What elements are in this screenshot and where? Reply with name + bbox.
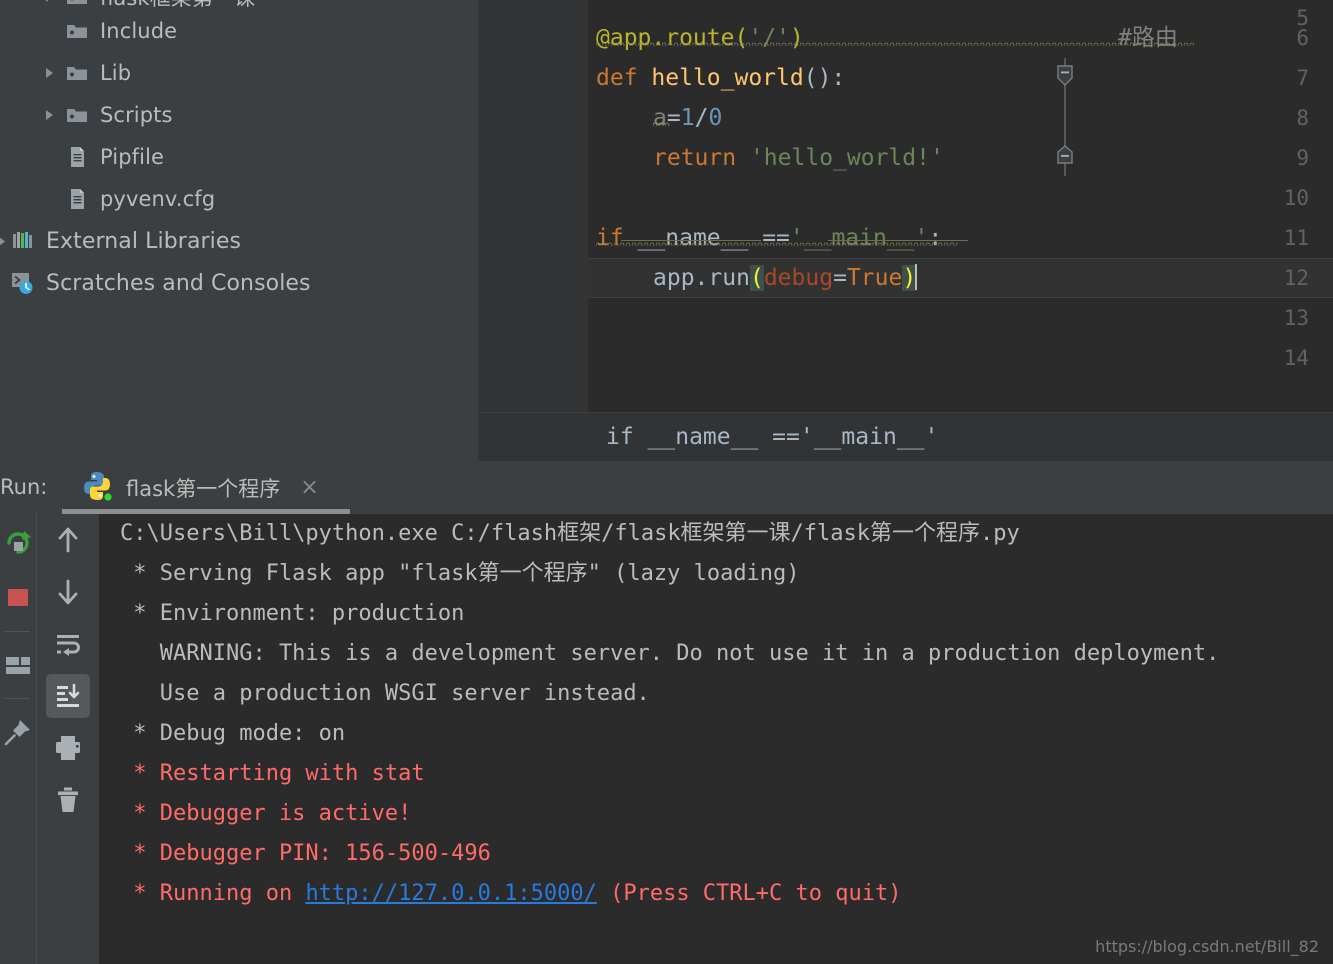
console-running-suffix: (Press CTRL+C to quit) (596, 881, 902, 906)
console-line: * Debugger PIN: 156-500-496 (120, 841, 491, 866)
project-tree-panel[interactable]: flask框架第一课 Include (0, 0, 478, 461)
tree-item-scripts[interactable]: Scripts (0, 94, 478, 136)
tree-item-flask-course[interactable]: flask框架第一课 (0, 0, 478, 10)
tree-item-label: Include (100, 19, 178, 43)
tree-item-pipfile[interactable]: Pipfile (0, 136, 478, 178)
run-tab-flask[interactable]: flask第一个程序 × (62, 461, 335, 514)
layout-button[interactable] (0, 637, 35, 693)
stop-button[interactable] (0, 570, 35, 626)
breadcrumb[interactable]: if __name__ =='__main__' (478, 424, 938, 450)
code-line-8: a=1/0 (653, 105, 723, 131)
inspection-squiggle (596, 42, 1194, 46)
code-line-6: @app.route('/') (596, 25, 804, 51)
run-toolbar-console[interactable] (36, 514, 98, 964)
text-caret (915, 264, 918, 290)
toolbar-divider (5, 631, 30, 632)
run-tool-window-body: C:\Users\Bill\python.exe C:/flash框架/flas… (0, 514, 1333, 964)
console-line: C:\Users\Bill\python.exe C:/flash框架/flas… (120, 521, 1020, 546)
editor-gutter[interactable] (478, 0, 588, 412)
console-line: * Debugger is active! (120, 801, 412, 826)
soft-wrap-button[interactable] (37, 618, 98, 670)
console-url-link[interactable]: http://127.0.0.1:5000/ (305, 881, 596, 906)
tree-item-external-libraries[interactable]: External Libraries (0, 220, 478, 262)
tree-item-scratches-and-consoles[interactable]: Scratches and Consoles (0, 262, 478, 304)
code-line-11: if __name__ =='__main__': (596, 225, 943, 251)
chevron-right-icon[interactable] (36, 94, 62, 136)
console-line: * Environment: production (120, 601, 465, 626)
rerun-button[interactable] (0, 514, 35, 570)
tree-item-lib[interactable]: Lib (0, 52, 478, 94)
toolbar-divider (5, 698, 30, 699)
tree-item-include[interactable]: Include (0, 10, 478, 52)
no-chevron-spacer (36, 178, 62, 220)
file-icon (62, 136, 92, 178)
down-button[interactable] (37, 566, 98, 618)
tree-item-label: Pipfile (100, 145, 165, 169)
close-icon[interactable]: × (300, 476, 318, 499)
code-line-12: app.run(debug=True) (653, 264, 918, 291)
run-tab-label: flask第一个程序 (126, 476, 281, 501)
console-line: * Serving Flask app "flask第一个程序" (lazy l… (120, 561, 800, 586)
code-text-layer[interactable]: @app.route('/') #路由 def hello_world(): a… (588, 0, 1333, 412)
pycharm-window: flask框架第一课 Include (0, 0, 1333, 964)
pin-button[interactable] (0, 704, 35, 760)
up-button[interactable] (37, 514, 98, 566)
console-line: Use a production WSGI server instead. (120, 681, 650, 706)
folder-icon (62, 94, 92, 136)
file-icon (62, 178, 92, 220)
trash-icon[interactable] (37, 774, 98, 826)
folder-icon (62, 10, 92, 52)
inspection-squiggle (653, 122, 671, 126)
tree-item-label: External Libraries (46, 228, 242, 254)
code-comment-route: #路由 (1118, 25, 1178, 51)
scratches-icon (8, 262, 38, 304)
tree-item-label: Lib (100, 61, 132, 85)
breadcrumb-bar[interactable]: if __name__ =='__main__' (478, 412, 1333, 461)
print-button[interactable] (37, 722, 98, 774)
run-console-output[interactable]: C:\Users\Bill\python.exe C:/flash框架/flas… (99, 514, 1333, 964)
run-label: Run: (0, 475, 48, 499)
dunder-underline (828, 240, 968, 241)
chevron-right-icon[interactable] (36, 52, 62, 94)
top-area: flask框架第一课 Include (0, 0, 1333, 461)
run-tool-window: Run: flask第一个程序 × C:\Users\Bill\python.e… (0, 461, 1333, 964)
scroll-to-end-button[interactable] (37, 670, 98, 722)
no-chevron-spacer (36, 10, 62, 52)
run-toolbar-left[interactable] (0, 514, 35, 964)
library-icon (8, 220, 38, 262)
tree-item-label: pyvenv.cfg (100, 187, 216, 211)
no-chevron-spacer (36, 136, 62, 178)
code-editor[interactable]: 5 6 7 8 9 10 11 12 13 14 @app.route('/')… (478, 0, 1333, 412)
watermark: https://blog.csdn.net/Bill_82 (1095, 937, 1319, 956)
code-line-7: def hello_world(): (596, 65, 846, 91)
python-run-icon (80, 469, 114, 507)
run-tool-window-header: Run: flask第一个程序 × (0, 461, 1333, 514)
console-running-prefix: * Running on (120, 881, 306, 906)
console-line-running: * Running on http://127.0.0.1:5000/ (Pre… (99, 874, 1333, 914)
tree-item-pyvenv-cfg[interactable]: pyvenv.cfg (0, 178, 478, 220)
chevron-right-icon[interactable] (0, 220, 8, 262)
no-chevron-spacer (0, 262, 8, 304)
inspection-squiggle (596, 242, 958, 246)
folder-icon (62, 52, 92, 94)
tree-item-label: Scratches and Consoles (46, 270, 311, 296)
code-line-9: return 'hello_world!' (653, 145, 944, 171)
tree-item-label: Scripts (100, 103, 173, 127)
console-line: * Restarting with stat (120, 761, 425, 786)
dunder-underline (621, 240, 761, 241)
console-line: WARNING: This is a development server. D… (120, 641, 1220, 666)
console-line: * Debug mode: on (120, 721, 346, 746)
